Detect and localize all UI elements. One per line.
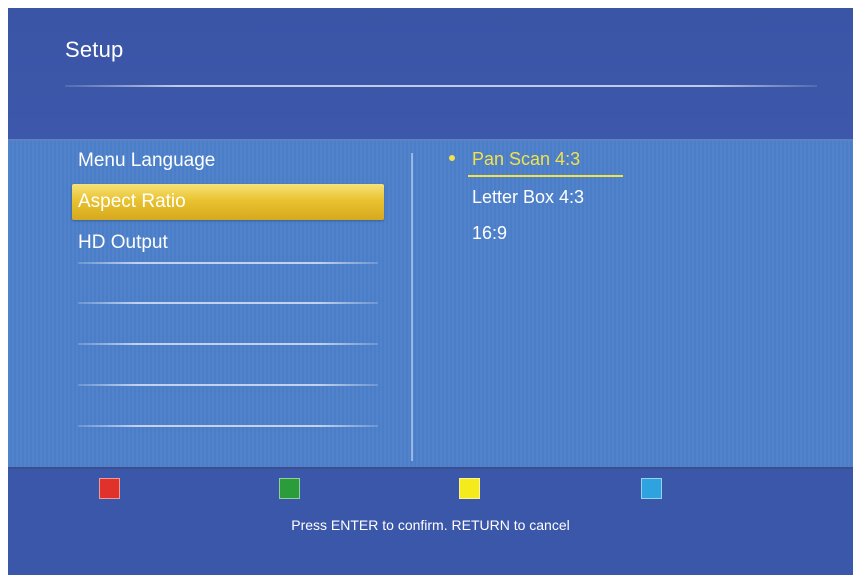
menu-slot-divider	[78, 302, 378, 304]
footer-hint: Press ENTER to confirm. RETURN to cancel	[291, 517, 570, 533]
selected-bullet-icon	[449, 155, 455, 161]
setup-screen: Setup	[8, 8, 853, 575]
menu-slot-divider	[78, 425, 378, 427]
yellow-key-icon[interactable]	[459, 478, 480, 499]
menu-slot-divider	[78, 384, 378, 386]
selected-option-underline	[468, 175, 623, 177]
menu-item-aspect-ratio[interactable]: Aspect Ratio	[72, 184, 384, 220]
blue-key-icon[interactable]	[641, 478, 662, 499]
option-pan-scan[interactable]: Pan Scan 4:3	[472, 146, 580, 172]
column-divider	[411, 153, 413, 461]
red-key-icon[interactable]	[99, 478, 120, 499]
menu-slot-divider	[78, 262, 378, 264]
option-16-9[interactable]: 16:9	[472, 220, 507, 246]
page-title: Setup	[65, 37, 124, 62]
green-key-icon[interactable]	[279, 478, 300, 499]
menu-item-menu-language[interactable]: Menu Language	[72, 143, 384, 179]
menu-item-hd-output[interactable]: HD Output	[72, 225, 384, 261]
option-letter-box[interactable]: Letter Box 4:3	[472, 184, 584, 210]
title-divider	[65, 85, 817, 87]
header-panel: Setup	[8, 8, 853, 139]
menu-slot-divider	[78, 343, 378, 345]
